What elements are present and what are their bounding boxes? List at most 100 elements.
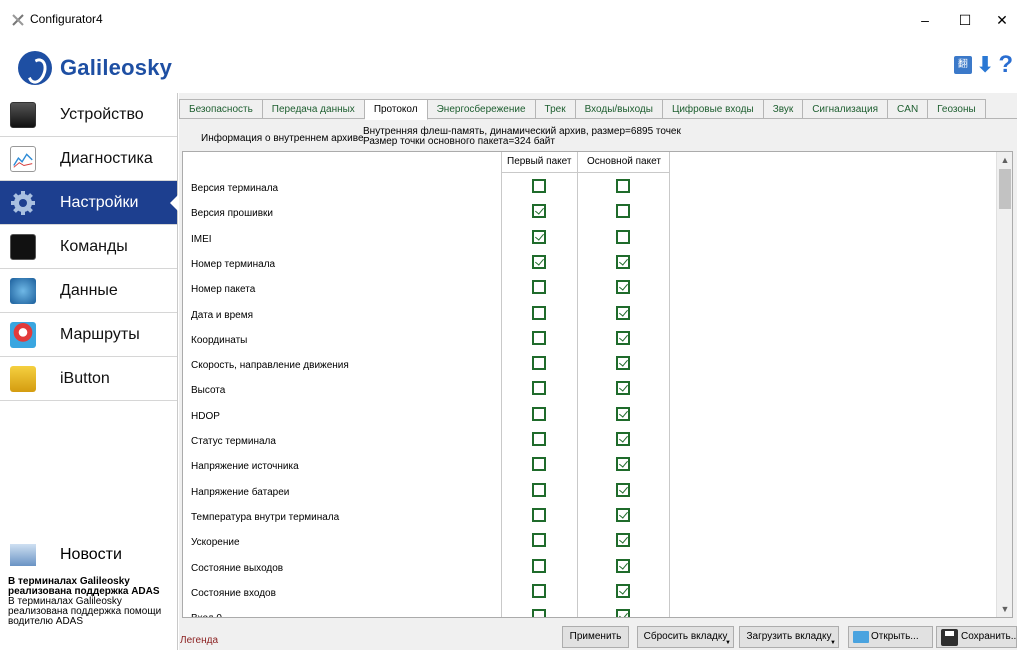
main-packet-checkbox[interactable] [616,229,630,244]
window-title: Configurator4 [30,12,103,26]
first-packet-checkbox[interactable] [532,406,546,421]
main-packet-checkbox[interactable] [616,457,630,472]
download-icon[interactable]: ⬇ [976,54,994,76]
open-button[interactable]: Открыть... [848,626,933,648]
apply-button[interactable]: Применить [562,626,629,648]
close-button[interactable]: ✕ [982,6,1017,34]
first-packet-checkbox[interactable] [532,254,546,269]
first-packet-checkbox[interactable] [532,381,546,396]
first-packet-checkbox[interactable] [532,330,546,345]
legend-link[interactable]: Легенда [180,635,218,646]
main-packet-checkbox[interactable] [616,432,630,446]
sidebar-item-settings[interactable]: Настройки [0,181,178,225]
row-label: Номер пакета [191,284,256,296]
row-label: Версия терминала [191,183,279,194]
first-packet-checkbox[interactable] [532,533,546,548]
main-packet-checkbox[interactable] [616,330,630,345]
main-packet-checkbox[interactable] [616,558,630,573]
reset-tab-button[interactable]: Сбросить вкладку ▼ [637,626,734,648]
row-label: HDOP [191,410,220,422]
folder-icon [853,631,869,643]
tab-inputs-outputs[interactable]: Входы/выходы [575,99,663,119]
first-packet-checkbox[interactable] [532,482,546,497]
main-packet-checkbox[interactable] [616,406,630,421]
sidebar-item-ibutton[interactable]: iButton [0,357,177,401]
row-label: Состояние входов [191,587,276,599]
table-row: IMEI [183,225,669,250]
tab-security[interactable]: Безопасность [179,99,263,119]
main-packet-checkbox[interactable] [616,179,630,193]
tab-can[interactable]: CAN [888,99,929,119]
first-packet-checkbox[interactable] [532,280,546,295]
main-packet-checkbox[interactable] [616,254,630,269]
main-packet-checkbox[interactable] [616,204,630,219]
vertical-scrollbar[interactable]: ▲ ▼ [996,152,1012,617]
tab-data-transfer[interactable]: Передача данных [262,99,365,119]
main-packet-checkbox[interactable] [616,280,630,295]
first-packet-checkbox[interactable] [532,305,546,320]
main-packet-checkbox[interactable] [616,583,630,598]
tab-protocol[interactable]: Протокол [364,99,428,120]
news-title: В терминалах Galileosky реализована подд… [8,576,160,597]
sidebar-item-data[interactable]: Данные [0,269,177,313]
first-packet-checkbox[interactable] [532,507,546,522]
row-label: Дата и время [191,309,254,321]
tab-alarm[interactable]: Сигнализация [803,99,889,119]
settings-gear-icon [11,190,35,215]
translate-icon[interactable]: 翻 [953,56,972,74]
table-row: Ускорение [183,528,669,553]
maximize-button[interactable]: ☐ [945,6,985,34]
help-icon[interactable]: ? [998,53,1013,77]
sidebar-item-commands[interactable]: Команды [0,225,177,269]
title-bar: Configurator4 – ☐ ✕ [0,0,1017,40]
sidebar-item-routes[interactable]: Маршруты [0,313,177,357]
scroll-up-icon[interactable]: ▲ [997,152,1012,168]
main-packet-checkbox[interactable] [616,381,630,396]
row-label: Номер терминала [191,258,276,270]
scroll-down-icon[interactable]: ▼ [997,601,1012,617]
table-row: Напряжение батареи [183,478,669,503]
map-pin-icon [10,321,36,348]
save-button[interactable]: Сохранить... [936,626,1017,648]
main-packet-checkbox[interactable] [616,533,630,548]
sidebar-item-label: Маршруты [60,325,140,343]
first-packet-checkbox[interactable] [532,609,546,617]
row-label: Напряжение источника [191,461,299,473]
main-packet-checkbox[interactable] [616,609,630,617]
main-packet-checkbox[interactable] [616,356,630,371]
sidebar-item-diagnostics[interactable]: Диагностика [0,137,177,181]
main-packet-checkbox[interactable] [616,305,630,320]
minimize-button[interactable]: – [905,6,945,34]
sidebar-item-device[interactable]: Устройство [0,93,177,137]
main-packet-checkbox[interactable] [616,507,630,522]
first-packet-checkbox[interactable] [532,229,546,244]
scrollbar-thumb[interactable] [999,169,1011,209]
sidebar-item-label: Настройки [60,193,139,211]
data-icon [10,277,36,304]
sidebar-item-news[interactable]: Новости [0,533,177,577]
main-packet-checkbox[interactable] [616,482,630,497]
first-packet-checkbox[interactable] [532,179,546,193]
sidebar-item-label: Данные [60,281,118,299]
news-preview[interactable]: В терминалах Galileosky реализована подд… [8,577,173,627]
reset-tab-label: Сбросить вкладку [643,631,728,642]
column-header-first-packet: Первый пакет [507,156,572,167]
diagnostics-icon [10,145,36,172]
header-divider [501,172,669,173]
first-packet-checkbox[interactable] [532,356,546,371]
tab-digital-inputs[interactable]: Цифровые входы [662,99,764,119]
app-header: Galileosky 翻 ⬇ ? [0,40,1017,92]
first-packet-checkbox[interactable] [532,583,546,598]
tab-sound[interactable]: Звук [763,99,804,119]
tab-power-saving[interactable]: Энергосбережение [427,99,536,119]
tab-geofences[interactable]: Геозоны [928,99,986,119]
row-label: Вход 0 [191,613,222,617]
load-tab-button[interactable]: Загрузить вкладку ▼ [739,626,839,648]
terminal-icon [10,233,36,260]
first-packet-checkbox[interactable] [532,558,546,573]
first-packet-checkbox[interactable] [532,457,546,472]
first-packet-checkbox[interactable] [532,204,546,219]
tab-track[interactable]: Трек [535,99,576,119]
row-label: Температура внутри терминала [191,511,340,523]
first-packet-checkbox[interactable] [532,432,546,446]
